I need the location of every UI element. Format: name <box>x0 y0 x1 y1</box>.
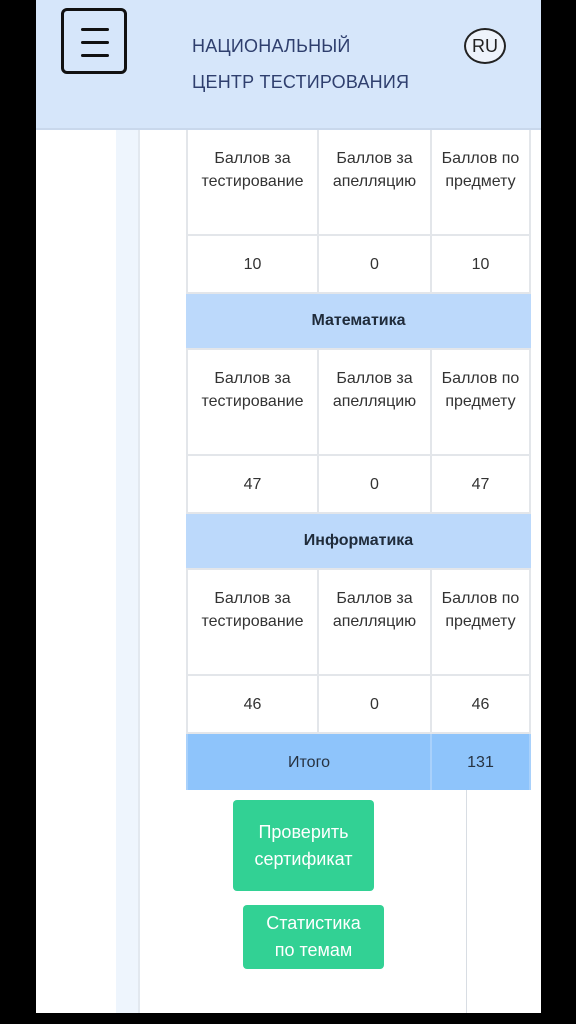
value-testing: 10 <box>186 236 317 292</box>
check-certificate-button[interactable]: Проверить сертификат <box>233 800 374 891</box>
table-row: 47 0 47 <box>186 456 531 514</box>
total-value: 131 <box>430 734 531 790</box>
header-cell-testing: Баллов за тестирование <box>186 350 317 454</box>
subject-heading-math: Математика <box>186 294 531 350</box>
value-testing: 47 <box>186 456 317 512</box>
value-appeal: 0 <box>317 236 430 292</box>
screen: НАЦИОНАЛЬНЫЙ ЦЕНТР ТЕСТИРОВАНИЯ RU Балло… <box>36 0 541 1013</box>
value-subject-score: 46 <box>430 676 531 732</box>
header-cell-appeal: Баллов за апелляцию <box>317 570 430 674</box>
hamburger-icon <box>81 54 109 57</box>
value-testing: 46 <box>186 676 317 732</box>
header-cell-subject-score: Баллов по предмету <box>430 350 531 454</box>
value-subject-score: 10 <box>430 236 531 292</box>
check-certificate-label: Проверить сертификат <box>254 821 353 869</box>
total-label: Итого <box>186 734 430 790</box>
value-appeal: 0 <box>317 676 430 732</box>
language-switch-button[interactable]: RU <box>464 28 506 64</box>
header-cell-testing: Баллов за тестирование <box>186 130 317 234</box>
topic-statistics-button[interactable]: Статистика по темам <box>243 905 384 969</box>
brand-title[interactable]: НАЦИОНАЛЬНЫЙ ЦЕНТР ТЕСТИРОВАНИЯ <box>192 28 409 100</box>
screen-bottom-edge <box>0 1013 576 1024</box>
subject-heading-informatics: Информатика <box>186 514 531 570</box>
header-cell-subject-score: Баллов по предмету <box>430 570 531 674</box>
total-row: Итого 131 <box>186 734 531 790</box>
hamburger-icon <box>81 41 109 44</box>
header-cell-subject-score: Баллов по предмету <box>430 130 531 234</box>
hamburger-icon <box>81 28 109 31</box>
topic-statistics-label: Статистика по темам <box>266 913 361 960</box>
header-cell-testing: Баллов за тестирование <box>186 570 317 674</box>
value-subject-score: 47 <box>430 456 531 512</box>
brand-line-2: ЦЕНТР ТЕСТИРОВАНИЯ <box>192 72 410 92</box>
table-header-row: Баллов за тестирование Баллов за апелляц… <box>186 350 531 456</box>
table-row: 10 0 10 <box>186 236 531 294</box>
table-header-row: Баллов за тестирование Баллов за апелляц… <box>186 130 531 236</box>
table-header-row: Баллов за тестирование Баллов за апелляц… <box>186 570 531 676</box>
column-divider <box>466 780 467 1013</box>
menu-button[interactable] <box>61 8 127 74</box>
value-appeal: 0 <box>317 456 430 512</box>
side-panel-decoration <box>116 130 138 1013</box>
header-cell-appeal: Баллов за апелляцию <box>317 130 430 234</box>
brand-line-1: НАЦИОНАЛЬНЫЙ <box>192 36 351 56</box>
header-cell-appeal: Баллов за апелляцию <box>317 350 430 454</box>
table-row: 46 0 46 <box>186 676 531 734</box>
site-header: НАЦИОНАЛЬНЫЙ ЦЕНТР ТЕСТИРОВАНИЯ RU <box>36 0 541 130</box>
results-table: Баллов за тестирование Баллов за апелляц… <box>186 130 531 790</box>
side-divider <box>138 130 140 1013</box>
